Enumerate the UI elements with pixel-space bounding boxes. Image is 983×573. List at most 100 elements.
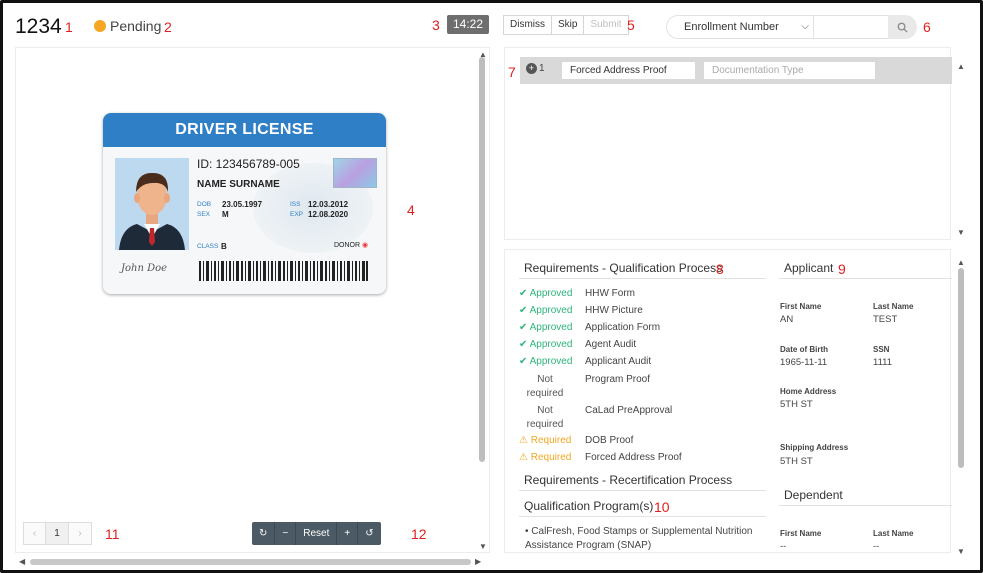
annotation-5: 5	[627, 17, 635, 33]
divider	[519, 516, 766, 517]
status-text: Required	[530, 452, 572, 463]
not-required-status: Not required	[526, 405, 564, 430]
document-row: + 1 Forced Address Proof Documentation T…	[520, 57, 952, 84]
first-name-label: First Name	[780, 302, 822, 311]
requirement-row: ✔ Approved Applicant Audit	[519, 356, 651, 367]
requirements-title: Requirements - Qualification Process	[524, 261, 723, 275]
exp-key: EXP	[290, 211, 304, 218]
rotate-left-button[interactable]: ↺	[358, 522, 380, 545]
expand-plus-icon[interactable]: +	[526, 63, 537, 74]
exp-value: 12.08.2020	[308, 210, 349, 219]
zoom-in-button[interactable]: +	[337, 522, 359, 545]
class-key: CLASS	[197, 243, 219, 250]
status-text: Approved	[529, 305, 573, 316]
chevron-down-icon: ⌵	[801, 21, 809, 32]
approved-status: ✔ Approved	[519, 339, 573, 350]
iss-key: ISS	[290, 201, 301, 208]
document-index: 1	[539, 63, 545, 74]
requirement-row: ⚠ Required Forced Address Proof	[519, 452, 682, 463]
requirement-name: Program Proof	[585, 374, 651, 385]
not-required-status: Not required	[526, 374, 564, 399]
status-badge: Pending	[94, 18, 161, 34]
requirement-row: ⚠ Required DOB Proof	[519, 435, 633, 446]
person-portrait-icon	[119, 172, 185, 250]
qualification-program-item: • CalFresh, Food Stamps or Supplemental …	[525, 526, 753, 551]
details-vertical-scrollbar[interactable]	[958, 268, 964, 468]
skip-button[interactable]: Skip	[552, 15, 585, 35]
requirement-name: Agent Audit	[585, 339, 637, 350]
divider	[519, 490, 766, 491]
search-type-select[interactable]: Enrollment Number ⌵	[666, 15, 814, 39]
signature: John Doe	[121, 263, 168, 274]
divider	[779, 505, 952, 506]
scroll-left-arrow-icon[interactable]: ◀	[19, 557, 25, 566]
annotation-3: 3	[432, 17, 440, 33]
scroll-down-arrow-icon[interactable]: ▼	[957, 547, 965, 556]
search-input[interactable]	[813, 15, 889, 39]
status-text: Required	[530, 435, 572, 446]
barcode-image	[199, 261, 368, 281]
scroll-up-arrow-icon[interactable]: ▲	[957, 258, 965, 267]
action-buttons: Dismiss Skip Submit	[503, 15, 629, 35]
requirement-row: ✔ Approved HHW Form	[519, 288, 635, 299]
class-value: B	[221, 242, 227, 251]
document-name-field[interactable]: Forced Address Proof	[562, 62, 695, 79]
recertification-title: Requirements - Recertification Process	[524, 473, 733, 487]
annotation-6: 6	[923, 19, 931, 35]
heart-icon: ◉	[362, 242, 369, 249]
scroll-up-arrow-icon[interactable]: ▲	[957, 62, 965, 71]
annotation-10: 10	[654, 499, 670, 515]
viewer-horizontal-scrollbar[interactable]	[30, 559, 471, 565]
current-page[interactable]: 1	[46, 522, 69, 545]
requirement-name: Applicant Audit	[585, 356, 652, 367]
annotation-1: 1	[65, 19, 73, 35]
driver-license-image: DRIVER LICENSE ID: 123456789-005 NAME SU…	[103, 113, 386, 294]
annotation-8: 8	[716, 261, 724, 277]
scroll-down-arrow-icon[interactable]: ▼	[957, 228, 965, 237]
annotation-4: 4	[407, 202, 415, 218]
viewer-vertical-scrollbar[interactable]	[479, 57, 485, 462]
hologram-image	[333, 158, 377, 188]
dependent-last-name-value: --	[873, 541, 880, 552]
search-type-label: Enrollment Number	[684, 21, 779, 33]
license-name: NAME SURNAME	[197, 179, 280, 190]
donor-text: DONOR	[334, 242, 361, 249]
case-id: 1234	[15, 15, 62, 38]
iss-value: 12.03.2012	[308, 200, 349, 209]
timer: 14:22	[447, 15, 489, 34]
requirement-name: Forced Address Proof	[585, 452, 682, 463]
scroll-right-arrow-icon[interactable]: ▶	[475, 557, 481, 566]
requirement-name: Application Form	[585, 322, 661, 333]
license-photo	[115, 158, 189, 250]
prev-page-button[interactable]: ‹	[23, 522, 46, 545]
dismiss-button[interactable]: Dismiss	[503, 15, 552, 35]
divider	[519, 278, 766, 279]
status-dot-icon	[94, 20, 106, 32]
last-name-value: TEST	[873, 314, 898, 325]
status-text: Approved	[529, 322, 573, 333]
approved-status: ✔ Approved	[519, 356, 573, 367]
required-status: ⚠ Required	[519, 452, 572, 463]
documentation-type-field[interactable]: Documentation Type	[704, 62, 875, 79]
license-title: DRIVER LICENSE	[103, 113, 386, 147]
requirement-name: CaLad PreApproval	[585, 405, 673, 416]
search-icon	[897, 22, 908, 33]
shipping-address-label: Shipping Address	[780, 443, 849, 452]
search-button[interactable]	[888, 15, 917, 39]
dob-label: Date of Birth	[780, 345, 828, 354]
scroll-down-arrow-icon[interactable]: ▼	[479, 542, 487, 551]
home-address-label: Home Address	[780, 387, 837, 396]
ssn-label: SSN	[873, 345, 890, 354]
zoom-out-button[interactable]: −	[275, 522, 297, 545]
rotate-right-button[interactable]: ↻	[252, 522, 276, 545]
sex-value: M	[222, 210, 229, 219]
next-page-button[interactable]: ›	[69, 522, 92, 545]
home-address-value: 5TH ST	[780, 399, 813, 410]
status-text: Approved	[529, 288, 573, 299]
submit-button[interactable]: Submit	[584, 15, 629, 35]
status-text: Approved	[529, 356, 573, 367]
requirement-name: DOB Proof	[585, 435, 634, 446]
approved-status: ✔ Approved	[519, 288, 573, 299]
reset-button[interactable]: Reset	[296, 522, 338, 545]
program-text: CalFresh, Food Stamps or Supplemental Nu…	[525, 526, 753, 551]
